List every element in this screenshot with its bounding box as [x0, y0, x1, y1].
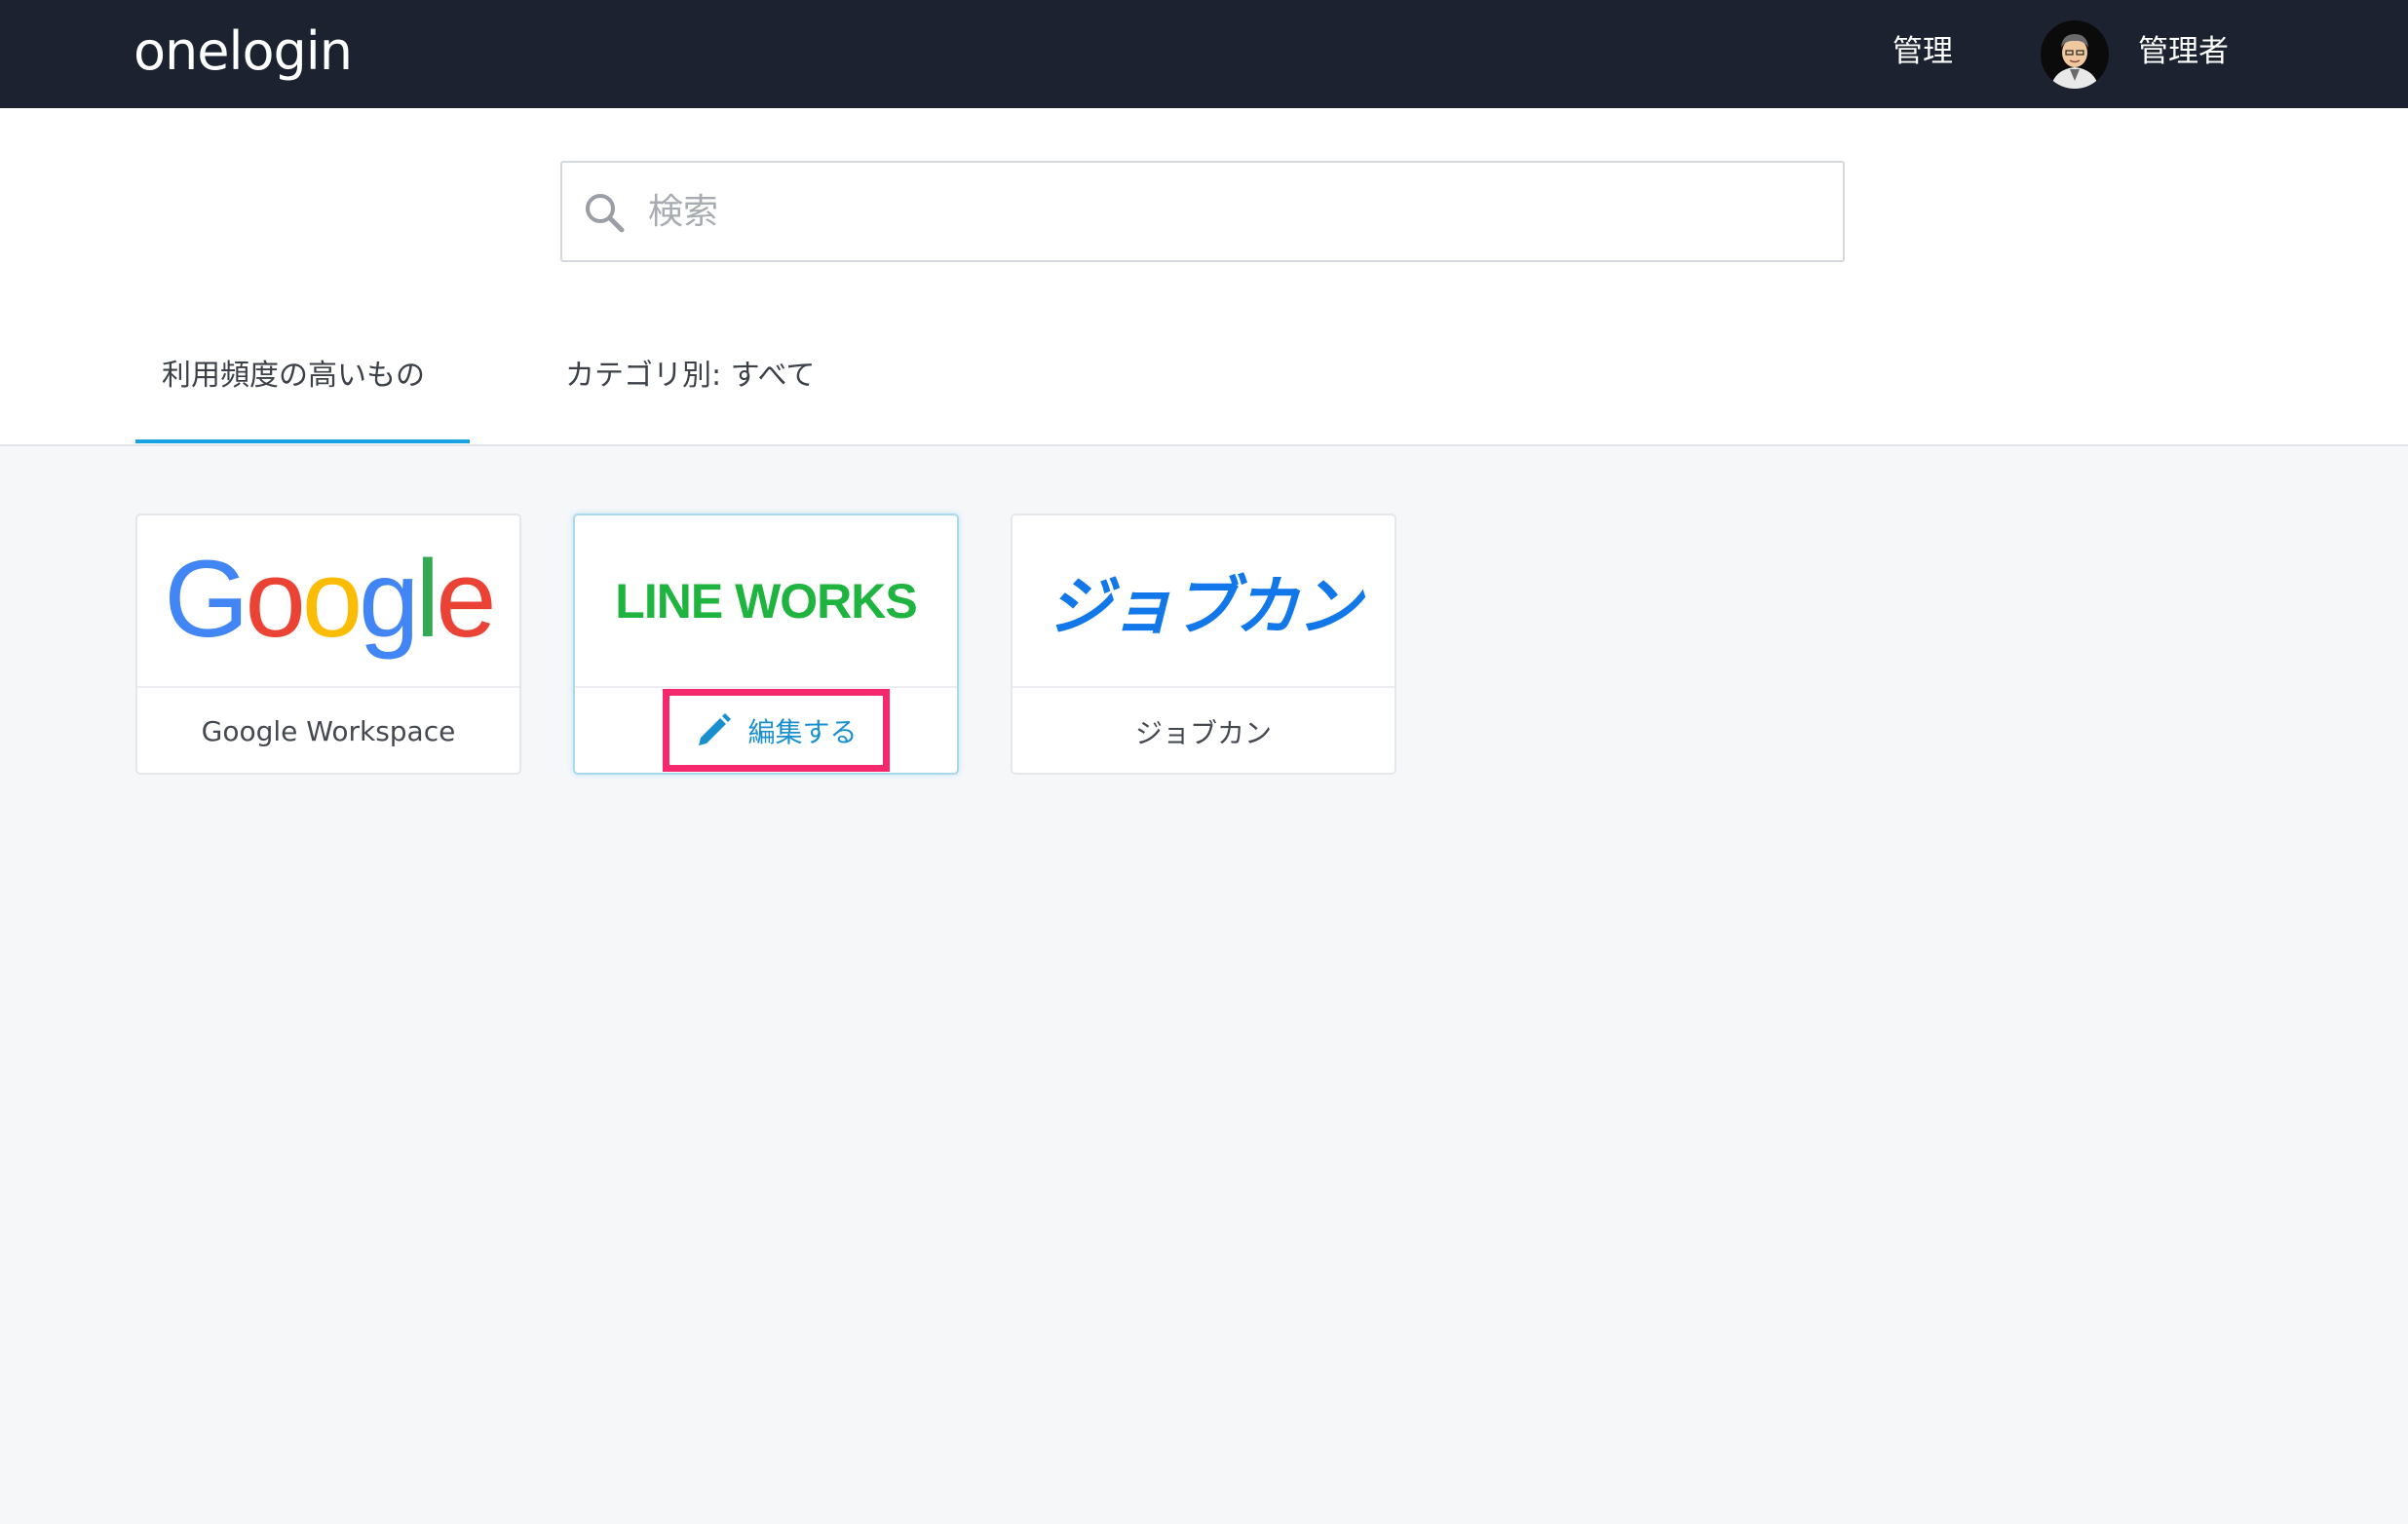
line-works-logo-text: LINE WORKS [615, 573, 917, 629]
tab-frequently-used[interactable]: 利用頻度の高いもの [162, 352, 425, 402]
pencil-icon [699, 712, 732, 745]
admin-link[interactable]: 管理 [1892, 29, 1953, 74]
app-card-jobcan[interactable]: ジョブカン ジョブカン [1011, 514, 1396, 775]
app-card-google-workspace[interactable]: Google Google Workspace [135, 514, 521, 775]
app-label-google-workspace: Google Workspace [201, 715, 456, 747]
top-navigation-bar: onelogin 管理 管理者 [0, 0, 2408, 108]
search-and-tabs-section: 利用頻度の高いもの カテゴリ別: すべて [0, 108, 2408, 446]
tab-category-all[interactable]: カテゴリ別: すべて [565, 352, 815, 402]
jobcan-logo-text: ジョブカン [1048, 568, 1361, 644]
edit-app-button[interactable]: 編集する [663, 689, 890, 772]
app-label-jobcan: ジョブカン [1134, 716, 1272, 749]
search-icon [586, 194, 625, 233]
google-logo-text: Google [164, 537, 496, 660]
active-tab-indicator [135, 439, 470, 443]
onelogin-logo[interactable]: onelogin [134, 18, 353, 86]
user-avatar[interactable] [2041, 20, 2109, 89]
edit-app-label: 編集する [747, 715, 858, 748]
google-logo: Google [137, 515, 519, 688]
user-menu-name[interactable]: 管理者 [2138, 29, 2229, 74]
search-box[interactable] [560, 161, 1845, 262]
jobcan-logo: ジョブカン [1013, 515, 1395, 688]
line-works-logo: LINE WORKS [575, 515, 957, 688]
avatar-image [2041, 20, 2109, 89]
search-input[interactable] [648, 178, 1817, 245]
